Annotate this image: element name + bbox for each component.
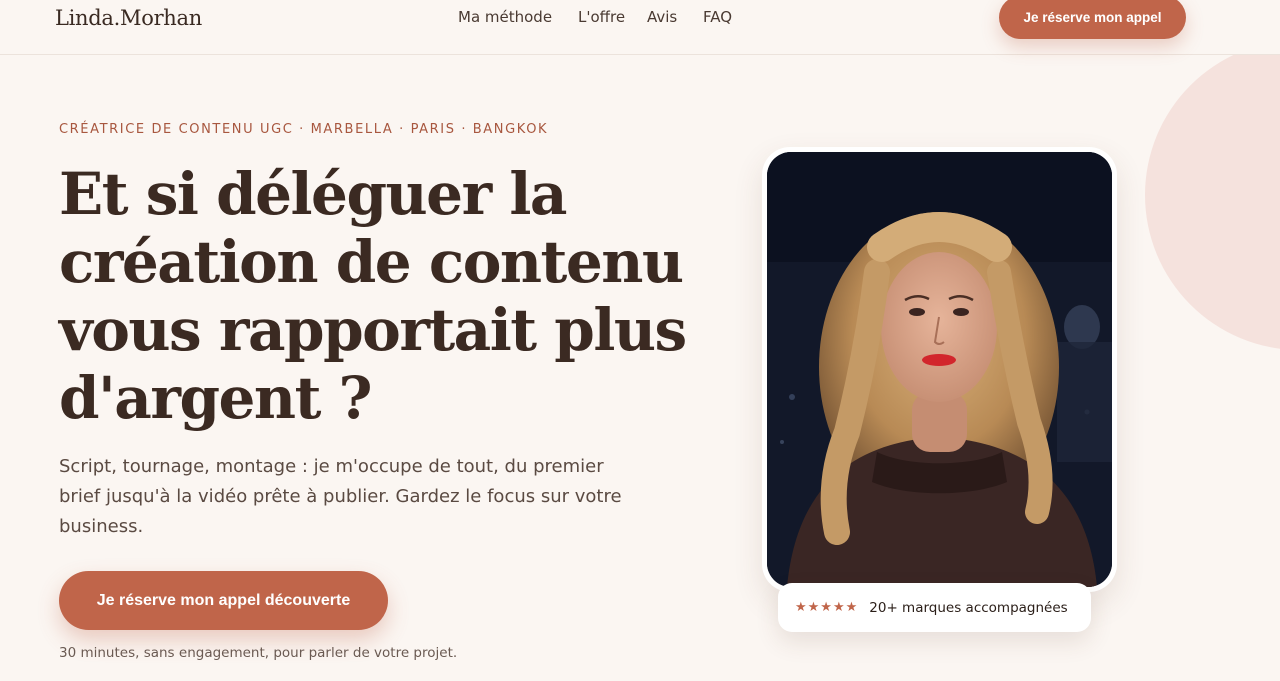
portrait-photo <box>767 152 1112 587</box>
cta-note: 30 minutes, sans engagement, pour parler… <box>59 645 458 661</box>
header-book-call-button[interactable]: Je réserve mon appel <box>999 0 1186 39</box>
rating-badge: ★★★★★ 20+ marques accompagnées <box>778 583 1091 632</box>
badge-text: 20+ marques accompagnées <box>869 599 1068 616</box>
subtext-line: Script, tournage, montage : je m'occupe … <box>59 456 604 477</box>
site-header: Linda.Morhan Ma méthode L'offre Avis FAQ… <box>0 0 1280 55</box>
headline-line: création de contenu <box>59 228 684 296</box>
nav-link-avis[interactable]: Avis <box>647 6 677 28</box>
nav-link-methode[interactable]: Ma méthode <box>458 6 552 28</box>
star-rating-icon: ★★★★★ <box>795 600 859 615</box>
headline-line: vous rapportait plus <box>59 296 687 364</box>
landing-page: Linda.Morhan Ma méthode L'offre Avis FAQ… <box>0 0 1280 681</box>
headline-line: d'argent ? <box>59 364 373 432</box>
portrait-frame <box>762 147 1117 592</box>
subtext-line: brief jusqu'à la vidéo prête à publier. … <box>59 486 622 507</box>
headline-line: Et si déléguer la <box>59 160 567 228</box>
hero-subtext: Script, tournage, montage : je m'occupe … <box>59 452 629 542</box>
nav-link-faq[interactable]: FAQ <box>703 6 732 28</box>
portrait-illustration <box>767 152 1112 587</box>
hero-headline: Et si déléguer la création de contenu vo… <box>59 160 687 432</box>
hero-eyebrow: CRÉATRICE DE CONTENU UGC · MARBELLA · PA… <box>59 122 549 137</box>
decorative-circle <box>1145 40 1280 350</box>
subtext-line: business. <box>59 516 144 537</box>
nav-link-offre[interactable]: L'offre <box>578 6 625 28</box>
hero-book-call-button[interactable]: Je réserve mon appel découverte <box>59 571 388 630</box>
